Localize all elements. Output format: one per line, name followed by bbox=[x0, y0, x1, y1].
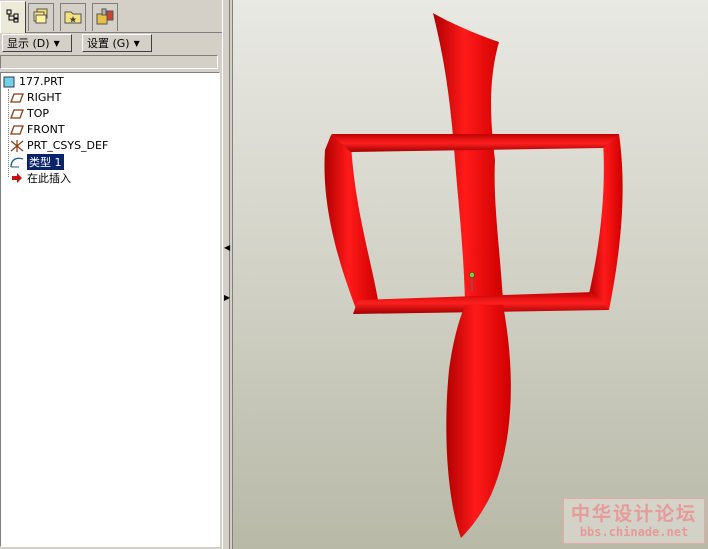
tree-item-label: PRT_CSYS_DEF bbox=[27, 139, 109, 152]
watermark-title: 中华设计论坛 bbox=[570, 503, 697, 525]
tree-toolbar: 显示 (D) ▼ 设置 (G) ▼ bbox=[0, 32, 222, 54]
show-menu-label: 显示 (D) bbox=[7, 37, 50, 50]
zhong-character-model bbox=[324, 13, 623, 538]
expand-right-arrow-icon[interactable]: ▶ bbox=[224, 293, 230, 302]
tree-item-front[interactable]: FRONT bbox=[9, 122, 65, 137]
watermark-url: bbs.chinade.net bbox=[579, 525, 689, 539]
folder-browser-icon bbox=[32, 8, 50, 27]
model-tree: 177.PRT RIGHT TOP FRONT PRT_CSYS_DEF 类型 … bbox=[0, 72, 220, 547]
datum-plane-icon bbox=[9, 123, 25, 137]
connections-icon bbox=[96, 7, 114, 28]
tree-filter-bar bbox=[0, 55, 218, 69]
vertical-stroke-lower bbox=[446, 305, 511, 538]
settings-menu-label: 设置 (G) bbox=[87, 37, 130, 50]
box-left-stroke bbox=[324, 135, 378, 314]
part-icon bbox=[1, 75, 17, 89]
tree-item-label-selected: 类型 1 bbox=[27, 153, 64, 170]
show-menu-button[interactable]: 显示 (D) ▼ bbox=[2, 34, 72, 52]
tree-item-label: 在此插入 bbox=[27, 171, 71, 185]
feature-icon bbox=[9, 155, 25, 169]
tree-item-insert-here[interactable]: 在此插入 bbox=[9, 170, 71, 185]
csys-icon bbox=[9, 139, 25, 153]
tree-root-label: 177.PRT bbox=[19, 75, 64, 88]
tree-item-csys[interactable]: PRT_CSYS_DEF bbox=[9, 138, 108, 153]
graphics-viewport[interactable]: 中华设计论坛 bbs.chinade.net bbox=[232, 0, 708, 549]
tree-item-label: FRONT bbox=[27, 123, 65, 136]
tree-item-label: TOP bbox=[27, 107, 50, 120]
datum-plane-icon bbox=[9, 107, 25, 121]
navigator-tab-strip bbox=[0, 0, 222, 33]
box-right-stroke bbox=[589, 134, 623, 310]
settings-menu-button[interactable]: 设置 (G) ▼ bbox=[82, 34, 152, 52]
tree-item-feature[interactable]: 类型 1 bbox=[9, 153, 64, 170]
tree-item-label: RIGHT bbox=[27, 91, 62, 104]
datum-plane-icon bbox=[9, 91, 25, 105]
panel-splitter[interactable]: ◀ ▶ bbox=[222, 0, 230, 549]
tab-folder-browser[interactable] bbox=[28, 3, 54, 31]
model-tree-icon bbox=[6, 9, 20, 26]
forum-watermark: 中华设计论坛 bbs.chinade.net bbox=[563, 498, 705, 544]
tree-item-right[interactable]: RIGHT bbox=[9, 90, 61, 105]
tab-favorites[interactable] bbox=[60, 3, 86, 31]
tab-connections[interactable] bbox=[92, 3, 118, 31]
box-top-stroke bbox=[331, 134, 619, 152]
collapse-left-arrow-icon[interactable]: ◀ bbox=[224, 243, 230, 252]
chevron-down-icon: ▼ bbox=[133, 38, 140, 48]
tree-root-item[interactable]: 177.PRT bbox=[1, 74, 64, 89]
insert-here-arrow-icon bbox=[9, 171, 25, 185]
vertical-stroke-upper bbox=[433, 13, 503, 300]
tree-item-top[interactable]: TOP bbox=[9, 106, 49, 121]
tab-model-tree[interactable] bbox=[0, 1, 26, 33]
model-tree-panel: 显示 (D) ▼ 设置 (G) ▼ 177.PRT RIGHT TOP FRON… bbox=[0, 0, 222, 549]
favorites-folder-icon bbox=[64, 8, 82, 27]
chevron-down-icon: ▼ bbox=[53, 38, 60, 48]
